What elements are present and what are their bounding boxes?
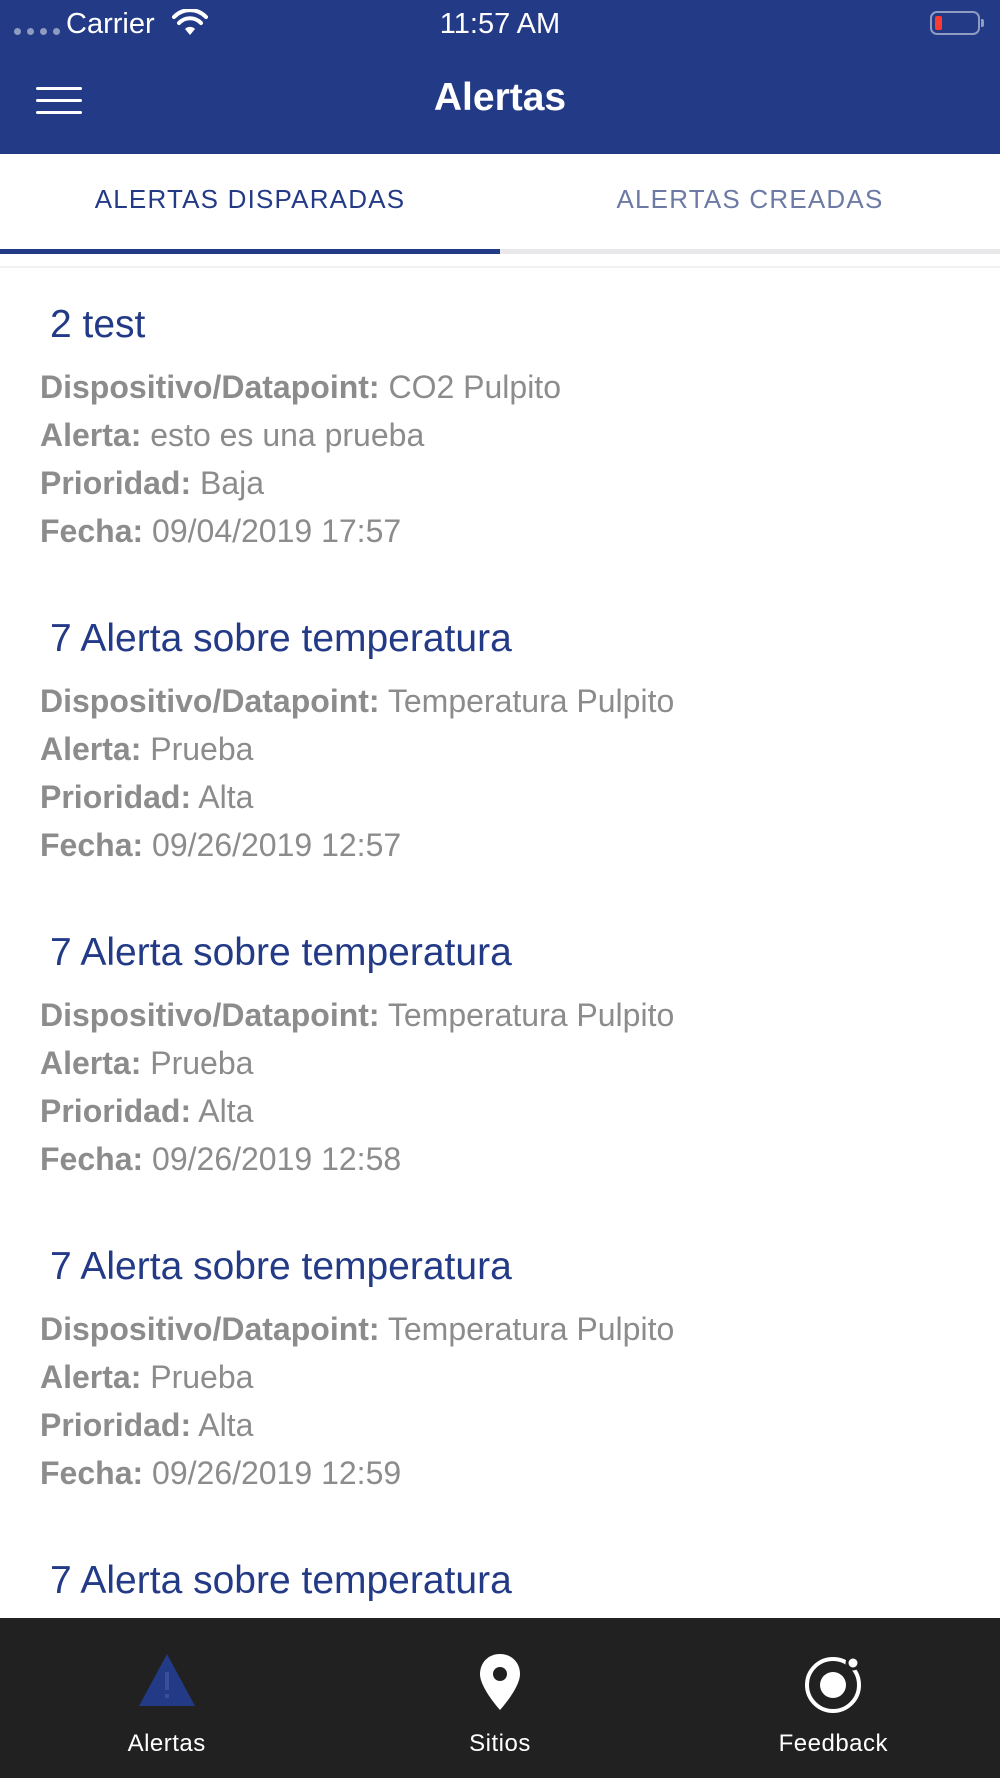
tab-alertas-disparadas[interactable]: ALERTAS DISPARADAS <box>0 154 500 254</box>
field-label: Alerta: <box>40 417 142 453</box>
alert-title: 2 test <box>50 303 146 346</box>
device-row: Dispositivo/Datapoint: Temperatura Pulpi… <box>40 683 674 720</box>
warning-triangle-icon <box>137 1652 197 1713</box>
alert-title: 7 Alerta sobre temperatura <box>50 617 512 660</box>
priority-row: Prioridad: Alta <box>40 1407 253 1444</box>
list-item[interactable]: 7 Alerta sobre temperatura Dispositivo/D… <box>0 1210 1000 1510</box>
location-pin-icon <box>478 1652 522 1717</box>
tabbar-label: Alertas <box>127 1730 206 1757</box>
alert-row: Alerta: Prueba <box>40 1045 253 1082</box>
priority-row: Prioridad: Baja <box>40 465 264 502</box>
list-item[interactable]: 7 Alerta sobre temperatura Dispositivo/D… <box>0 582 1000 882</box>
field-value: 09/26/2019 12:59 <box>152 1455 402 1491</box>
tabbar-item-sitios[interactable]: Sitios <box>333 1618 666 1778</box>
alert-list: 2 test Dispositivo/Datapoint: CO2 Pulpit… <box>0 268 1000 1618</box>
field-label: Alerta: <box>40 1045 142 1081</box>
field-value: Prueba <box>150 731 254 767</box>
nav-bar: Alertas <box>0 46 1000 154</box>
date-row: Fecha: 09/26/2019 12:59 <box>40 1455 401 1492</box>
field-value: Temperatura Pulpito <box>387 1311 675 1347</box>
alert-row: Alerta: Prueba <box>40 731 253 768</box>
alert-title: 7 Alerta sobre temperatura <box>50 1245 512 1288</box>
device-row: Dispositivo/Datapoint: CO2 Pulpito <box>40 369 561 406</box>
field-label: Alerta: <box>40 1359 142 1395</box>
segment-tabs: ALERTAS DISPARADAS ALERTAS CREADAS <box>0 154 1000 254</box>
list-item[interactable]: 7 Alerta sobre temperatura <box>0 1524 1000 1618</box>
alert-title: 7 Alerta sobre temperatura <box>50 931 512 974</box>
list-item[interactable]: 7 Alerta sobre temperatura Dispositivo/D… <box>0 896 1000 1196</box>
status-bar: Carrier 11:57 AM <box>0 0 1000 46</box>
feedback-circle-icon <box>802 1652 864 1719</box>
field-value: CO2 Pulpito <box>388 369 561 405</box>
list-item[interactable]: 2 test Dispositivo/Datapoint: CO2 Pulpit… <box>0 268 1000 568</box>
field-label: Dispositivo/Datapoint: <box>40 683 380 719</box>
field-value: esto es una prueba <box>150 417 425 453</box>
field-label: Dispositivo/Datapoint: <box>40 997 380 1033</box>
field-label: Alerta: <box>40 731 142 767</box>
priority-row: Prioridad: Alta <box>40 1093 253 1130</box>
field-value: Baja <box>200 465 265 501</box>
field-value: 09/04/2019 17:57 <box>152 513 402 549</box>
field-label: Prioridad: <box>40 779 192 815</box>
field-value: Alta <box>198 1093 254 1129</box>
field-value: Prueba <box>150 1359 254 1395</box>
tabbar-item-feedback[interactable]: Feedback <box>667 1618 1000 1778</box>
alert-row: Alerta: Prueba <box>40 1359 253 1396</box>
field-value: Temperatura Pulpito <box>387 683 675 719</box>
date-row: Fecha: 09/04/2019 17:57 <box>40 513 401 550</box>
device-row: Dispositivo/Datapoint: Temperatura Pulpi… <box>40 997 674 1034</box>
tabbar-label: Sitios <box>469 1730 531 1757</box>
bottom-tab-bar: Alertas Sitios Feedback <box>0 1618 1000 1778</box>
date-row: Fecha: 09/26/2019 12:58 <box>40 1141 401 1178</box>
page-title: Alertas <box>433 76 567 119</box>
field-value: Prueba <box>150 1045 254 1081</box>
tabbar-item-alertas[interactable]: Alertas <box>0 1618 333 1778</box>
alert-title: 7 Alerta sobre temperatura <box>50 1559 512 1602</box>
tabbar-label: Feedback <box>778 1730 889 1757</box>
field-value: Temperatura Pulpito <box>387 997 675 1033</box>
field-value: 09/26/2019 12:58 <box>152 1141 402 1177</box>
alert-row: Alerta: esto es una prueba <box>40 417 424 454</box>
field-label: Dispositivo/Datapoint: <box>40 1311 380 1347</box>
status-time: 11:57 AM <box>439 8 561 40</box>
field-label: Fecha: <box>40 1455 144 1491</box>
date-row: Fecha: 09/26/2019 12:57 <box>40 827 401 864</box>
priority-row: Prioridad: Alta <box>40 779 253 816</box>
field-label: Prioridad: <box>40 1093 192 1129</box>
battery-icon <box>930 11 984 35</box>
field-label: Fecha: <box>40 513 144 549</box>
field-label: Fecha: <box>40 1141 144 1177</box>
field-value: 09/26/2019 12:57 <box>152 827 402 863</box>
field-label: Prioridad: <box>40 465 192 501</box>
field-value: Alta <box>198 779 254 815</box>
field-label: Dispositivo/Datapoint: <box>40 369 380 405</box>
device-row: Dispositivo/Datapoint: Temperatura Pulpi… <box>40 1311 674 1348</box>
field-label: Prioridad: <box>40 1407 192 1443</box>
tab-alertas-creadas[interactable]: ALERTAS CREADAS <box>500 154 1000 249</box>
field-label: Fecha: <box>40 827 144 863</box>
field-value: Alta <box>198 1407 254 1443</box>
